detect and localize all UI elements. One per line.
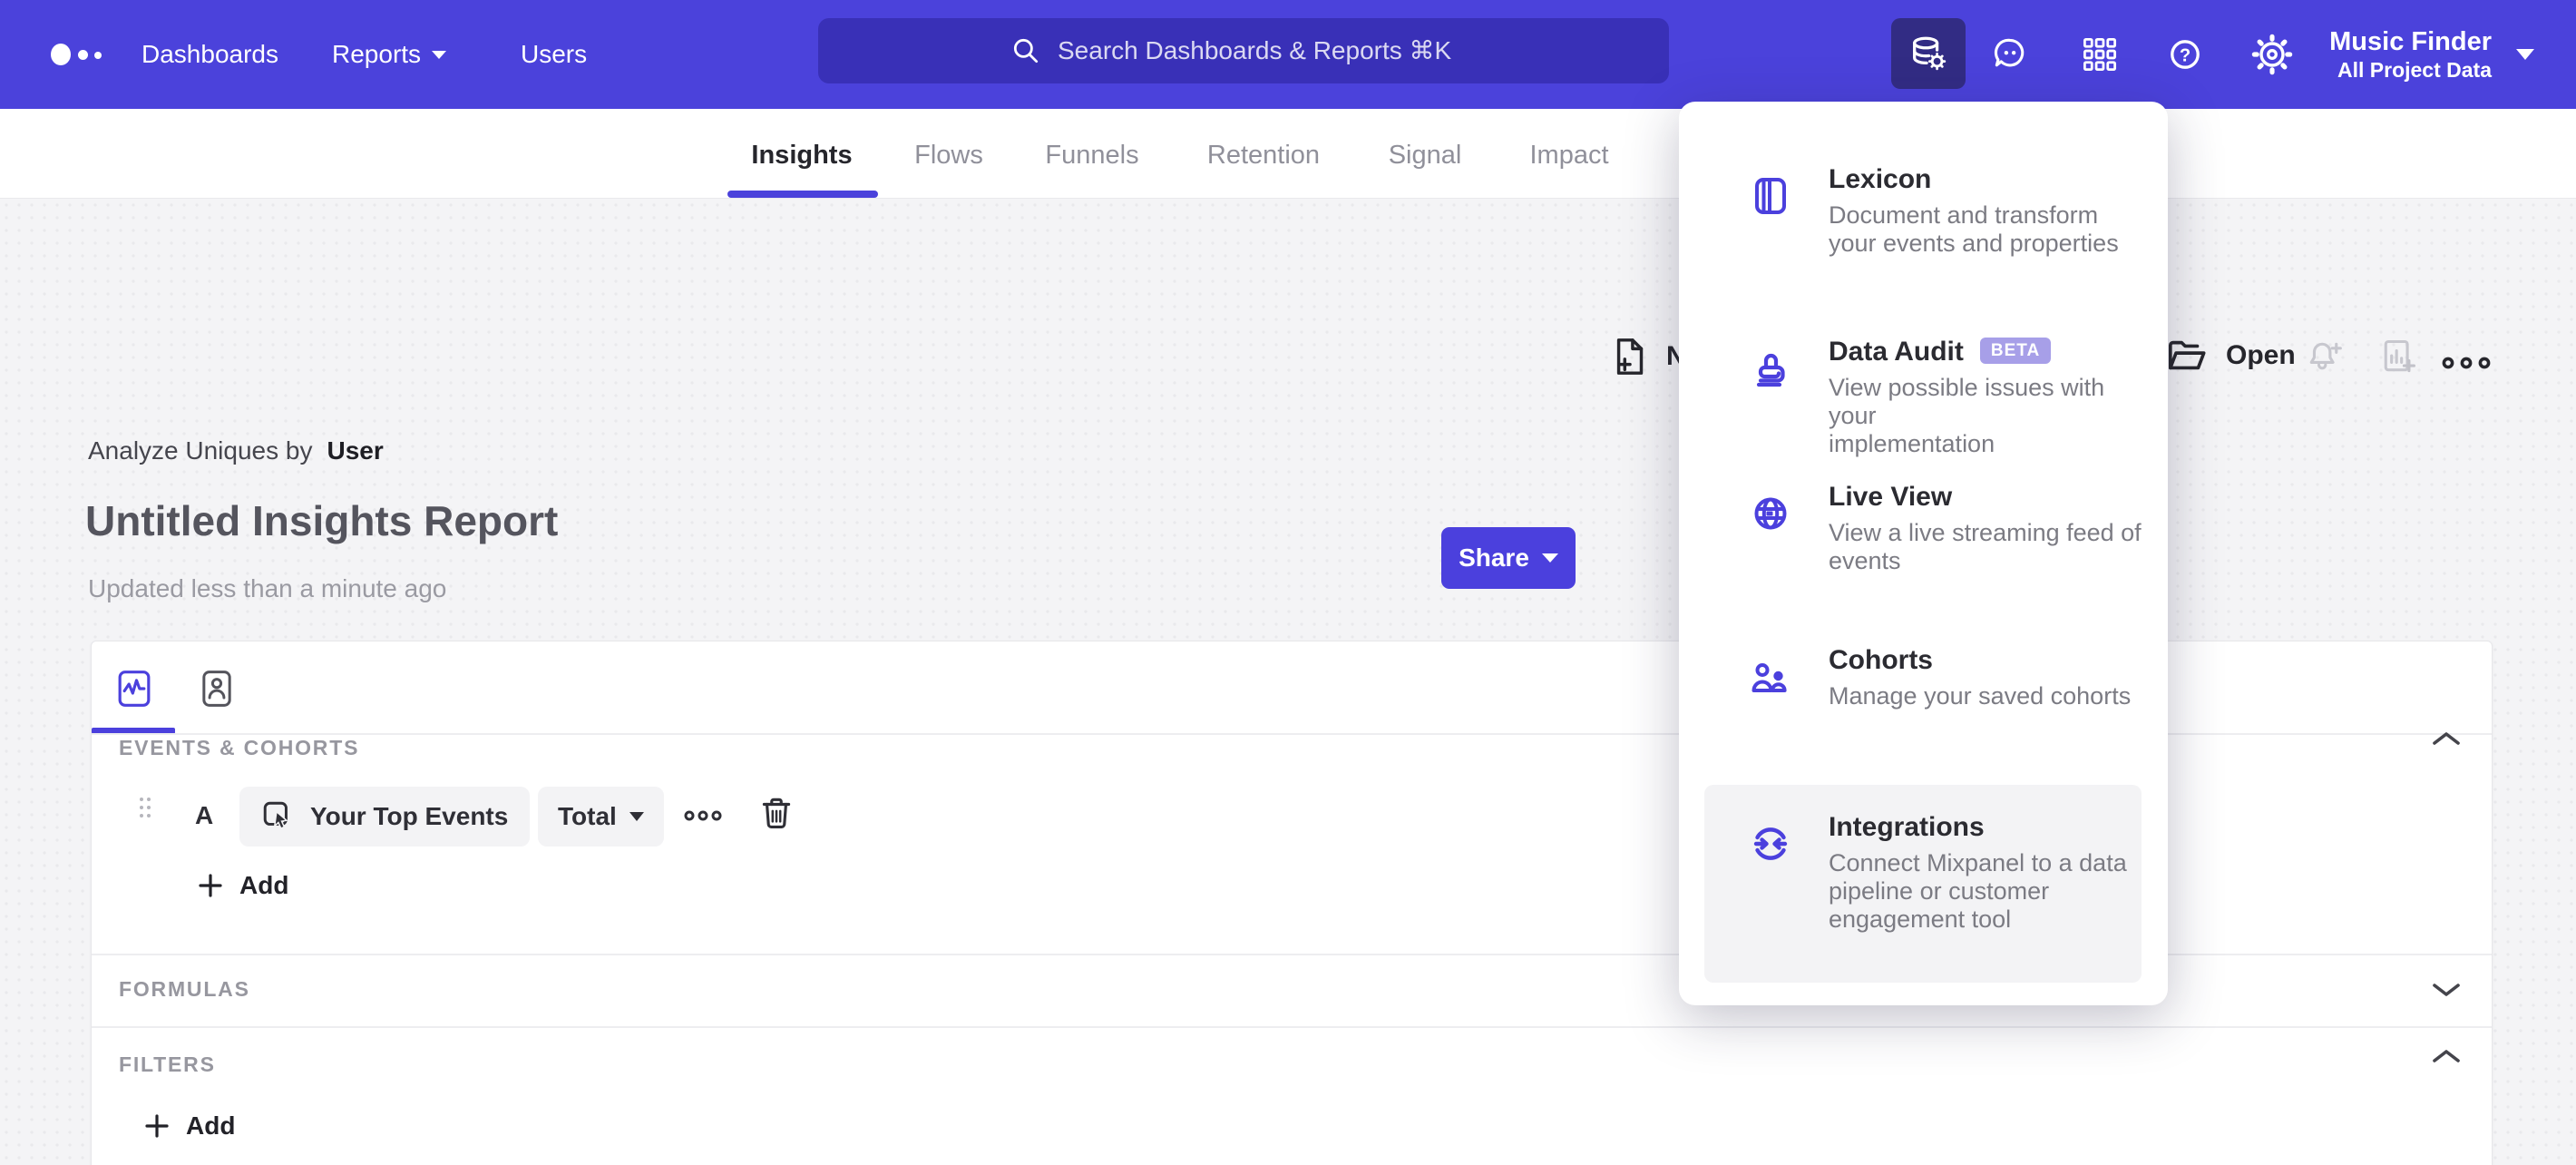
menu-item-title: Data Audit BETA	[1829, 336, 2142, 368]
menu-item-cohorts[interactable]: Cohorts Manage your saved cohorts	[1704, 644, 2142, 710]
nav-dashboards[interactable]: Dashboards	[141, 40, 278, 69]
settings-icon[interactable]	[2251, 0, 2293, 109]
chevron-down-icon	[629, 812, 644, 821]
tab-retention[interactable]: Retention	[1207, 140, 1320, 171]
metric-select-button[interactable]: Total	[538, 787, 664, 847]
add-filter-button[interactable]: Add	[144, 1111, 235, 1141]
data-audit-icon	[1749, 347, 1792, 390]
nav-reports[interactable]: Reports	[332, 40, 447, 69]
event-row-more-icon[interactable]	[684, 808, 722, 823]
menu-item-title: Integrations	[1829, 812, 1985, 842]
plus-icon	[145, 1114, 169, 1138]
menu-item-description: View a live streaming feed of events	[1829, 519, 2142, 574]
plus-icon	[199, 874, 222, 897]
search-input[interactable]	[1056, 35, 1477, 66]
integrations-sync-icon	[1749, 822, 1792, 866]
search-icon	[1010, 35, 1041, 66]
menu-item-title: Cohorts	[1829, 645, 1933, 675]
add-chart-icon[interactable]	[2378, 337, 2418, 377]
more-ellipsis-icon[interactable]	[2442, 355, 2491, 371]
analyze-by-label: Analyze Uniques by	[88, 436, 313, 465]
menu-item-integrations[interactable]: Integrations Connect Mixpanel to a data p…	[1704, 811, 2142, 934]
global-search[interactable]	[818, 18, 1669, 83]
menu-item-live-view[interactable]: Live View View a live streaming feed of e…	[1704, 481, 2142, 575]
collapse-events-chevron-up-icon[interactable]	[2430, 729, 2463, 748]
filters-section-label: FILTERS	[119, 1052, 216, 1076]
mixpanel-app: Dashboards Reports Users Search Dashboar…	[0, 0, 2576, 1165]
cohorts-people-icon	[1749, 655, 1792, 699]
event-row-letter: A	[195, 801, 214, 829]
messages-icon[interactable]	[1990, 0, 2030, 109]
page-content: Analyze Uniques by User Untitled Insight…	[0, 199, 2576, 1165]
menu-item-data-audit[interactable]: Data Audit BETA View possible issues wit…	[1704, 336, 2142, 458]
page-title[interactable]: Untitled Insights Report	[85, 496, 558, 545]
menu-item-title: Live View	[1829, 482, 1953, 512]
collapse-filters-chevron-up-icon[interactable]	[2430, 1047, 2463, 1065]
lexicon-book-icon	[1749, 174, 1792, 218]
share-button[interactable]: Share	[1441, 527, 1576, 589]
chevron-down-icon	[2516, 49, 2534, 60]
drag-handle-icon[interactable]	[138, 796, 152, 819]
live-view-globe-icon	[1749, 492, 1792, 535]
event-click-icon	[261, 799, 296, 834]
data-management-icon	[1908, 33, 1949, 74]
menu-item-description: Connect Mixpanel to a data pipeline or cu…	[1829, 849, 2127, 933]
tab-flows[interactable]: Flows	[914, 140, 983, 171]
tab-funnels[interactable]: Funnels	[1045, 140, 1138, 171]
active-tab-underline	[727, 191, 878, 198]
project-name: Music Finder	[2329, 27, 2492, 56]
analyze-by-row: Analyze Uniques by User	[88, 436, 384, 465]
new-document-icon	[1610, 336, 1652, 377]
menu-item-description: View possible issues with your implementa…	[1829, 374, 2105, 457]
svg-text:?: ?	[2180, 45, 2191, 65]
beta-badge: BETA	[1979, 337, 2052, 364]
chevron-down-icon	[1541, 553, 1558, 563]
open-report-button[interactable]: Open	[2166, 335, 2296, 377]
menu-item-description: Manage your saved cohorts	[1829, 682, 2132, 710]
analyze-by-value[interactable]: User	[327, 436, 383, 465]
report-tab-bar: Insights Flows Funnels Retention Signal …	[0, 109, 2576, 199]
project-selector[interactable]: Music Finder All Project Data	[2329, 0, 2492, 109]
updated-timestamp: Updated less than a minute ago	[88, 574, 447, 602]
top-nav: Dashboards Reports Users Search Dashboar…	[0, 0, 2576, 109]
formulas-section-label: FORMULAS	[119, 977, 250, 1001]
tab-impact[interactable]: Impact	[1529, 140, 1608, 171]
menu-item-lexicon[interactable]: Lexicon Document and transform your event…	[1704, 163, 2142, 258]
event-picker-button[interactable]: Your Top Events	[239, 787, 531, 847]
divider	[92, 1026, 2492, 1028]
menu-item-description: Document and transform your events and pr…	[1829, 201, 2119, 257]
menu-item-title: Lexicon	[1829, 164, 1932, 194]
tab-insights[interactable]: Insights	[751, 140, 852, 171]
data-management-dropdown: Lexicon Document and transform your event…	[1679, 102, 2168, 1005]
apps-grid-icon[interactable]	[2081, 0, 2119, 109]
project-scope: All Project Data	[2337, 58, 2492, 82]
collapse-formulas-chevron-down-icon[interactable]	[2430, 981, 2463, 999]
events-section-label: EVENTS & COHORTS	[119, 736, 360, 759]
alert-bell-plus-icon[interactable]	[2304, 337, 2344, 377]
delete-event-trash-icon[interactable]	[757, 794, 795, 836]
metrics-view-tab[interactable]	[116, 667, 152, 710]
chevron-down-icon	[432, 50, 447, 59]
tab-signal[interactable]: Signal	[1389, 140, 1462, 171]
profiles-view-tab[interactable]	[199, 667, 235, 710]
help-icon[interactable]: ?	[2165, 0, 2205, 109]
folder-open-icon	[2166, 335, 2208, 377]
add-event-button[interactable]: Add	[198, 871, 288, 900]
data-management-button[interactable]	[1891, 18, 1966, 89]
nav-users[interactable]: Users	[521, 40, 587, 69]
